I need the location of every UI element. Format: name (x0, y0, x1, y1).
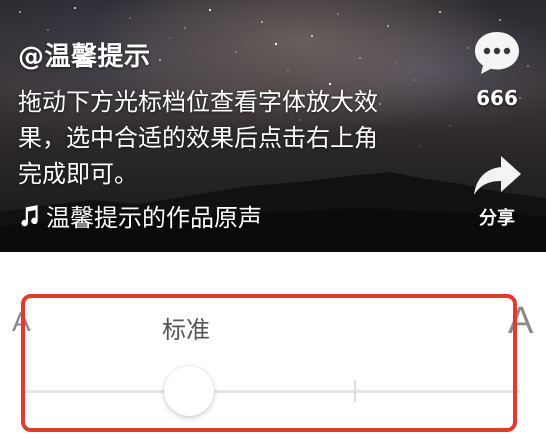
share-label: 分享 (479, 208, 515, 229)
current-level-label: 标准 (162, 316, 210, 344)
font-size-panel: A A 标准 (0, 252, 546, 440)
large-font-indicator: A (508, 300, 534, 342)
font-size-slider-handle[interactable] (164, 366, 214, 416)
slider-tick[interactable] (354, 380, 356, 402)
share-button[interactable]: 分享 (462, 154, 532, 230)
video-caption: 拖动下方光标档位查看字体放大效果，选中合适的效果后点击右上角完成即可。 (18, 88, 378, 188)
highlight-annotation-box (21, 294, 517, 432)
small-font-indicator: A (12, 306, 31, 337)
music-note-icon (21, 204, 38, 226)
comment-count: 666 (476, 86, 518, 110)
video-preview: @温馨提示 拖动下方光标档位查看字体放大效果，选中合适的效果后点击右上角完成即可… (0, 0, 546, 252)
font-size-slider-track[interactable] (24, 390, 520, 393)
music-title: 温馨提示的作品原声 (46, 204, 262, 232)
music-info[interactable]: 温馨提示的作品原声 (16, 198, 262, 233)
author-name[interactable]: @温馨提示 (18, 36, 151, 73)
comment-bubble-icon (475, 32, 519, 74)
comment-button[interactable]: 666 (462, 28, 532, 110)
share-arrow-icon (474, 156, 521, 195)
